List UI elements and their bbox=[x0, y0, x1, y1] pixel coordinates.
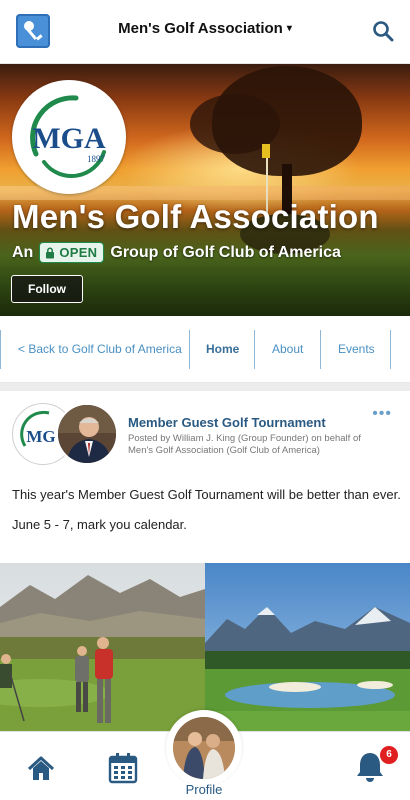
logo-letters: MGA bbox=[32, 122, 106, 155]
group-name: Men's Golf Association bbox=[118, 20, 283, 37]
feed-post: MG Member Guest Golf Tournament Posted b… bbox=[0, 391, 410, 731]
tab-divider bbox=[0, 330, 1, 369]
group-cover: MGA 1897 Men's Golf Association An OPEN … bbox=[0, 64, 410, 316]
post-photo-golfers[interactable] bbox=[0, 563, 205, 731]
group-logo: MGA 1897 bbox=[12, 80, 126, 194]
tab-divider bbox=[254, 330, 255, 369]
post-body-line: June 5 - 7, mark you calendar. bbox=[12, 517, 187, 532]
group-subtitle: An OPEN Group of Golf Club of America bbox=[12, 242, 341, 263]
subtitle-prefix: An bbox=[12, 243, 34, 261]
post-author-avatar bbox=[56, 403, 118, 465]
more-options-icon[interactable]: ••• bbox=[372, 406, 392, 422]
post-avatars[interactable]: MG bbox=[12, 403, 118, 467]
home-icon[interactable] bbox=[26, 754, 56, 784]
search-icon[interactable] bbox=[372, 20, 394, 42]
tab-home[interactable]: Home bbox=[206, 330, 239, 369]
tab-events[interactable]: Events bbox=[338, 330, 375, 369]
tab-about[interactable]: About bbox=[272, 330, 303, 369]
profile-avatar bbox=[173, 717, 235, 779]
open-badge: OPEN bbox=[39, 242, 105, 263]
notification-count-badge: 6 bbox=[380, 746, 398, 764]
tab-divider bbox=[390, 330, 391, 369]
post-meta: Posted by William J. King (Group Founder… bbox=[128, 433, 361, 456]
bottom-nav: Profile 6 bbox=[0, 710, 410, 800]
profile-button[interactable] bbox=[166, 710, 242, 786]
top-bar: Men's Golf Association ▾ bbox=[0, 0, 410, 64]
app-root: Men's Golf Association ▾ MGA 1897 Men's … bbox=[0, 0, 410, 800]
calendar-icon[interactable] bbox=[108, 752, 138, 784]
group-title: Men's Golf Association bbox=[12, 198, 379, 235]
section-divider bbox=[0, 383, 410, 391]
group-tabs: < Back to Golf Club of America Home Abou… bbox=[0, 316, 410, 383]
lock-icon bbox=[46, 246, 55, 258]
svg-text:MG: MG bbox=[26, 427, 55, 446]
post-title[interactable]: Member Guest Golf Tournament bbox=[128, 415, 326, 430]
open-badge-label: OPEN bbox=[59, 245, 98, 260]
group-switcher[interactable]: Men's Golf Association ▾ bbox=[0, 20, 410, 37]
tab-divider bbox=[189, 330, 190, 369]
post-photo-course[interactable] bbox=[205, 563, 410, 731]
tab-divider bbox=[320, 330, 321, 369]
follow-button[interactable]: Follow bbox=[11, 275, 83, 303]
post-body-line: This year's Member Guest Golf Tournament… bbox=[12, 487, 401, 502]
logo-year: 1897 bbox=[87, 154, 106, 164]
profile-label[interactable]: Profile bbox=[166, 782, 242, 797]
subtitle-suffix: Group of Golf Club of America bbox=[110, 243, 341, 261]
caret-down-icon: ▾ bbox=[286, 23, 292, 34]
tab-back[interactable]: < Back to Golf Club of America bbox=[18, 330, 182, 369]
